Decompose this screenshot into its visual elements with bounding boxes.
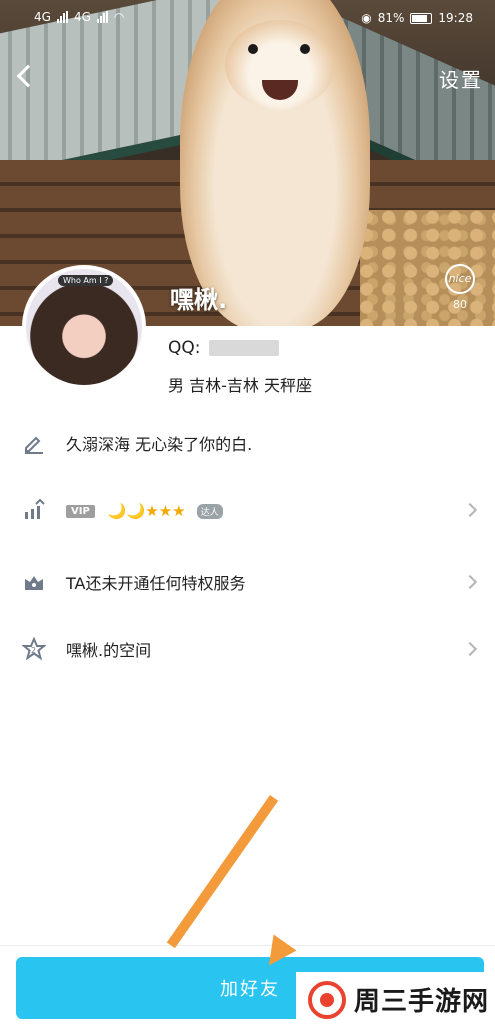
daren-badge: 达人 [196, 503, 223, 519]
vip-row[interactable]: VIP 🌙🌙★★★ 达人 [0, 485, 495, 535]
space-text: 嘿楸.的空间 [66, 641, 152, 660]
chevron-right-icon [462, 502, 478, 518]
chevron-left-icon [16, 64, 40, 88]
network-label-1: 4G [34, 10, 51, 24]
wifi-icon: ◠ [113, 10, 125, 24]
back-button[interactable] [14, 64, 40, 90]
chevron-right-icon [462, 641, 478, 657]
settings-button[interactable]: 设置 [439, 64, 483, 93]
vip-line: VIP 🌙🌙★★★ 达人 [66, 501, 223, 520]
star-outline-icon: 2 [22, 637, 46, 661]
chevron-right-icon [462, 574, 478, 590]
cover-nickname: 嘿楸. [170, 286, 228, 314]
watermark: 周三手游网 [296, 972, 495, 1027]
level-up-icon [25, 498, 45, 519]
clock: 19:28 [438, 11, 473, 25]
status-bar: 4G 4G ◠ ◉ 81% 19:28 [0, 0, 495, 40]
hamster-eye [300, 44, 310, 54]
battery-percent: 81% [377, 11, 405, 25]
avatar[interactable]: Who Am I ? [22, 265, 146, 389]
vip-badge: VIP [66, 504, 95, 518]
nice-icon: nice [445, 264, 475, 294]
hamster-eye [248, 44, 258, 54]
status-left: 4G 4G ◠ [34, 10, 124, 24]
qq-label: QQ: [168, 338, 201, 358]
qq-row: QQ: [168, 338, 279, 358]
nice-count: 80 [453, 298, 467, 311]
battery-icon [410, 12, 433, 24]
profile-info: 男 吉林-吉林 天秤座 [168, 376, 312, 395]
annotation-arrow-line [166, 795, 279, 949]
watermark-logo-icon [308, 980, 346, 1019]
privilege-row[interactable]: TA还未开通任何特权服务 [0, 557, 495, 607]
bottom-divider [0, 945, 495, 946]
pencil-icon [25, 436, 43, 454]
space-row[interactable]: 2 嘿楸.的空间 [0, 624, 495, 674]
level-icons: 🌙🌙★★★ [107, 501, 186, 520]
signature-row[interactable]: 久溺深海 无心染了你的白. [0, 418, 495, 468]
qq-number-redacted [208, 340, 279, 356]
network-label-2: 4G [73, 10, 91, 24]
avatar-tag: Who Am I ? [58, 275, 114, 286]
privilege-text: TA还未开通任何特权服务 [66, 574, 246, 593]
svg-text:2: 2 [31, 646, 36, 655]
signal-icon [56, 11, 68, 23]
add-friend-label: 加好友 [220, 979, 280, 1000]
eye-comfort-icon: ◉ [361, 11, 372, 25]
nice-badge[interactable]: nice 80 [443, 264, 477, 316]
watermark-text: 周三手游网 [354, 987, 490, 1017]
status-right: ◉ 81% 19:28 [361, 11, 473, 25]
signal-icon [96, 11, 108, 23]
crown-box-icon [25, 576, 43, 590]
signature-text: 久溺深海 无心染了你的白. [66, 435, 253, 454]
